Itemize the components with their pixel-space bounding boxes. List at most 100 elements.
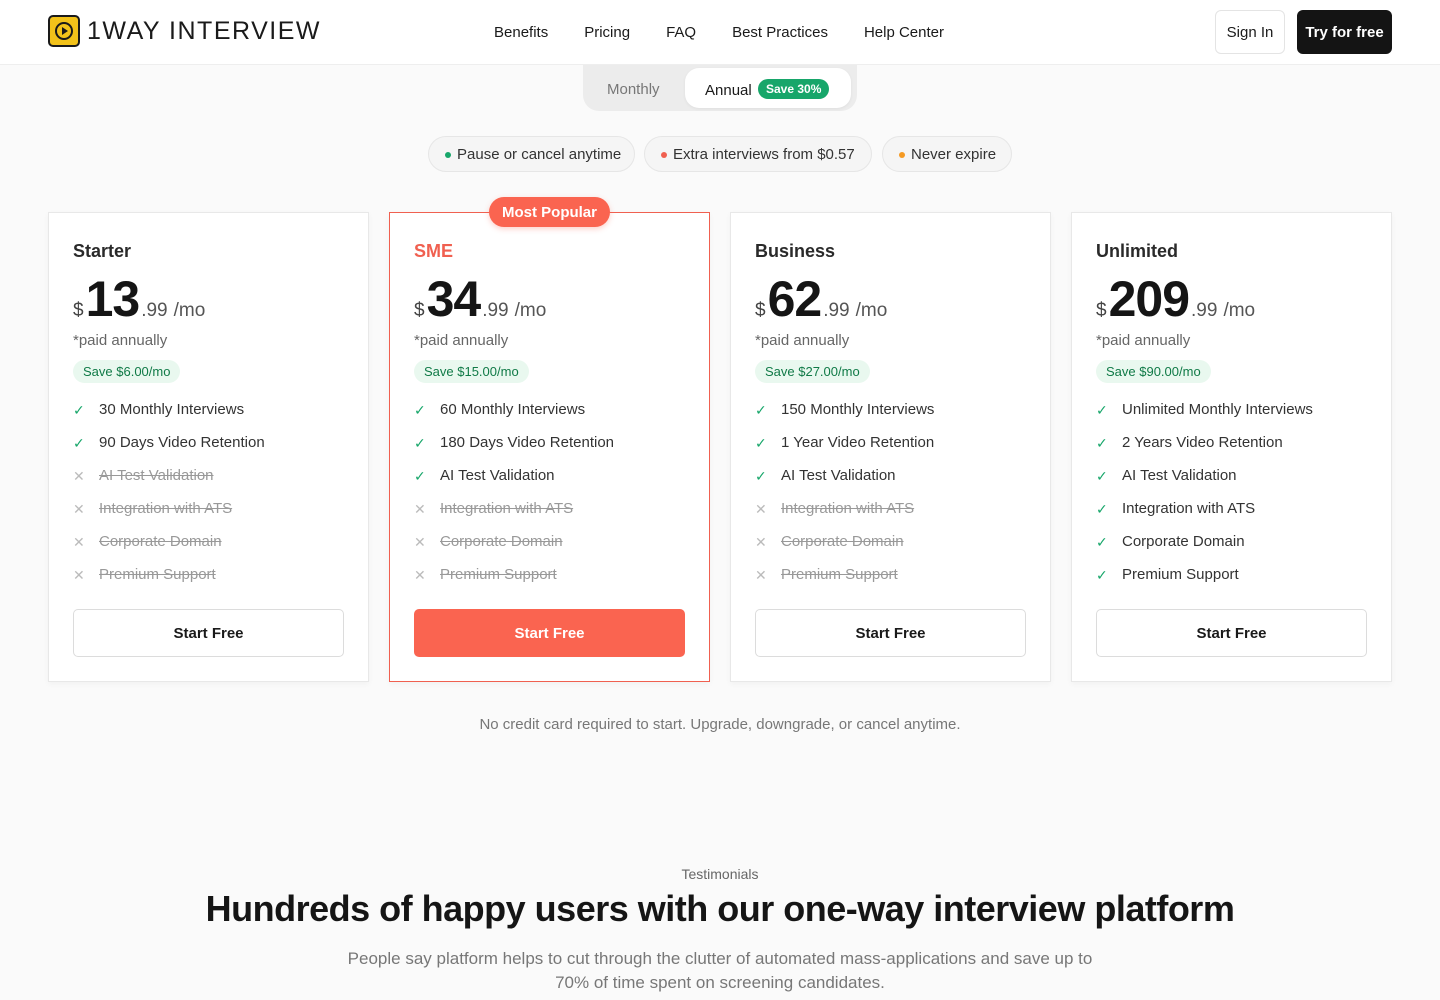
plan-price: $ 34 .99 /mo xyxy=(414,271,546,327)
price-currency: $ xyxy=(755,300,766,321)
most-popular-badge: Most Popular xyxy=(489,197,610,227)
price-cents: .99 xyxy=(823,300,850,321)
paid-annually-note: *paid annually xyxy=(73,332,168,349)
plan-name: Starter xyxy=(73,241,132,261)
feature-item: ✕ Integration with ATS xyxy=(73,500,265,533)
pricing-note: No credit card required to start. Upgrad… xyxy=(479,716,961,733)
check-icon: ✓ xyxy=(1096,402,1108,418)
perk-never-expire: Never expire xyxy=(882,136,1012,172)
feature-label: 30 Monthly Interviews xyxy=(99,401,245,418)
check-icon: ✓ xyxy=(1096,567,1108,583)
cross-icon: ✕ xyxy=(755,501,767,517)
billing-monthly-option[interactable]: Monthly xyxy=(607,81,660,98)
feature-list: ✓ 150 Monthly Interviews ✓ 1 Year Video Re… xyxy=(755,401,934,599)
feature-label: Corporate Domain xyxy=(440,533,563,550)
plan-name: Business xyxy=(755,241,836,261)
start-free-button[interactable]: Start Free xyxy=(755,609,1026,657)
feature-item: ✓ Integration with ATS xyxy=(1096,500,1313,533)
check-icon: ✓ xyxy=(1096,468,1108,484)
price-period: /mo xyxy=(1223,300,1256,321)
sign-in-button[interactable]: Sign In xyxy=(1215,10,1285,54)
feature-label: Integration with ATS xyxy=(99,500,233,517)
price-period: /mo xyxy=(173,300,206,321)
price-amount: 13 xyxy=(85,271,141,327)
feature-item: ✓ AI Test Validation xyxy=(755,467,934,500)
feature-label: AI Test Validation xyxy=(781,467,896,484)
feature-label: 2 Years Video Retention xyxy=(1122,434,1283,451)
feature-item: ✓ 60 Monthly Interviews xyxy=(414,401,614,434)
cross-icon: ✕ xyxy=(755,534,767,550)
check-icon: ✓ xyxy=(755,435,767,451)
feature-label: AI Test Validation xyxy=(1122,467,1237,484)
perk-label: Pause or cancel anytime xyxy=(457,145,622,163)
feature-item: ✕ AI Test Validation xyxy=(73,467,265,500)
nav-pricing[interactable]: Pricing xyxy=(584,24,630,41)
logo-text: 1WAY INTERVIEW xyxy=(87,16,322,45)
start-free-button[interactable]: Start Free xyxy=(1096,609,1367,657)
green-dot-icon xyxy=(445,152,451,158)
feature-label: Corporate Domain xyxy=(1122,533,1245,550)
feature-item: ✓ 90 Days Video Retention xyxy=(73,434,265,467)
try-for-free-button[interactable]: Try for free xyxy=(1297,10,1392,54)
feature-item: ✕ Integration with ATS xyxy=(755,500,934,533)
feature-label: 90 Days Video Retention xyxy=(99,434,265,451)
feature-label: AI Test Validation xyxy=(440,467,555,484)
nav-best-practices[interactable]: Best Practices xyxy=(732,24,828,41)
nav-help-center[interactable]: Help Center xyxy=(864,24,944,41)
red-dot-icon xyxy=(661,152,667,158)
feature-item: ✓ Corporate Domain xyxy=(1096,533,1313,566)
price-period: /mo xyxy=(514,300,547,321)
save-tag: Save $27.00/mo xyxy=(755,360,870,383)
feature-label: Corporate Domain xyxy=(781,533,904,550)
check-icon: ✓ xyxy=(1096,534,1108,550)
cross-icon: ✕ xyxy=(73,501,85,517)
orange-dot-icon xyxy=(899,152,905,158)
check-icon: ✓ xyxy=(414,435,426,451)
feature-item: ✕ Integration with ATS xyxy=(414,500,614,533)
feature-item: ✕ Premium Support xyxy=(414,566,614,599)
feature-label: Premium Support xyxy=(781,566,898,583)
feature-label: AI Test Validation xyxy=(99,467,214,484)
cross-icon: ✕ xyxy=(414,534,426,550)
feature-item: ✕ Corporate Domain xyxy=(755,533,934,566)
feature-item: ✕ Corporate Domain xyxy=(414,533,614,566)
check-icon: ✓ xyxy=(414,468,426,484)
feature-item: ✓ 150 Monthly Interviews xyxy=(755,401,934,434)
start-free-button[interactable]: Start Free xyxy=(73,609,344,657)
plan-price: $ 13 .99 /mo xyxy=(73,271,205,327)
feature-item: ✕ Premium Support xyxy=(73,566,265,599)
price-cents: .99 xyxy=(482,300,509,321)
testimonials-headline: Hundreds of happy users with our one-way… xyxy=(205,888,1235,929)
check-icon: ✓ xyxy=(73,402,85,418)
check-icon: ✓ xyxy=(1096,501,1108,517)
feature-label: 150 Monthly Interviews xyxy=(781,401,935,418)
plan-name: Unlimited xyxy=(1096,241,1179,261)
feature-label: Unlimited Monthly Interviews xyxy=(1122,401,1313,418)
check-icon: ✓ xyxy=(1096,435,1108,451)
check-icon: ✓ xyxy=(73,435,85,451)
start-free-button[interactable]: Start Free xyxy=(414,609,685,657)
feature-label: Corporate Domain xyxy=(99,533,222,550)
feature-label: Premium Support xyxy=(99,566,216,583)
plan-card-business: Business $ 62 .99 /mo *paid annually Sav… xyxy=(730,212,1051,682)
plan-price: $ 62 .99 /mo xyxy=(755,271,887,327)
price-period: /mo xyxy=(855,300,888,321)
nav-benefits[interactable]: Benefits xyxy=(494,24,548,41)
billing-annual-option[interactable]: Annual Save 30% xyxy=(685,68,851,108)
save-tag: Save $90.00/mo xyxy=(1096,360,1211,383)
feature-label: 180 Days Video Retention xyxy=(440,434,615,451)
check-icon: ✓ xyxy=(755,402,767,418)
price-cents: .99 xyxy=(1191,300,1218,321)
perk-pause-cancel: Pause or cancel anytime xyxy=(428,136,635,172)
feature-item: ✓ 180 Days Video Retention xyxy=(414,434,614,467)
cross-icon: ✕ xyxy=(414,567,426,583)
billing-annual-label: Annual xyxy=(705,82,752,99)
billing-toggle: Monthly Annual Save 30% xyxy=(583,65,857,111)
feature-label: 1 Year Video Retention xyxy=(781,434,935,451)
nav-faq[interactable]: FAQ xyxy=(666,24,696,41)
cross-icon: ✕ xyxy=(73,534,85,550)
logo[interactable]: 1WAY INTERVIEW xyxy=(48,15,321,47)
plan-card-sme: SME $ 34 .99 /mo *paid annually Save $15… xyxy=(389,212,710,682)
check-icon: ✓ xyxy=(755,468,767,484)
feature-list: ✓ 60 Monthly Interviews ✓ 180 Days Video R… xyxy=(414,401,614,599)
